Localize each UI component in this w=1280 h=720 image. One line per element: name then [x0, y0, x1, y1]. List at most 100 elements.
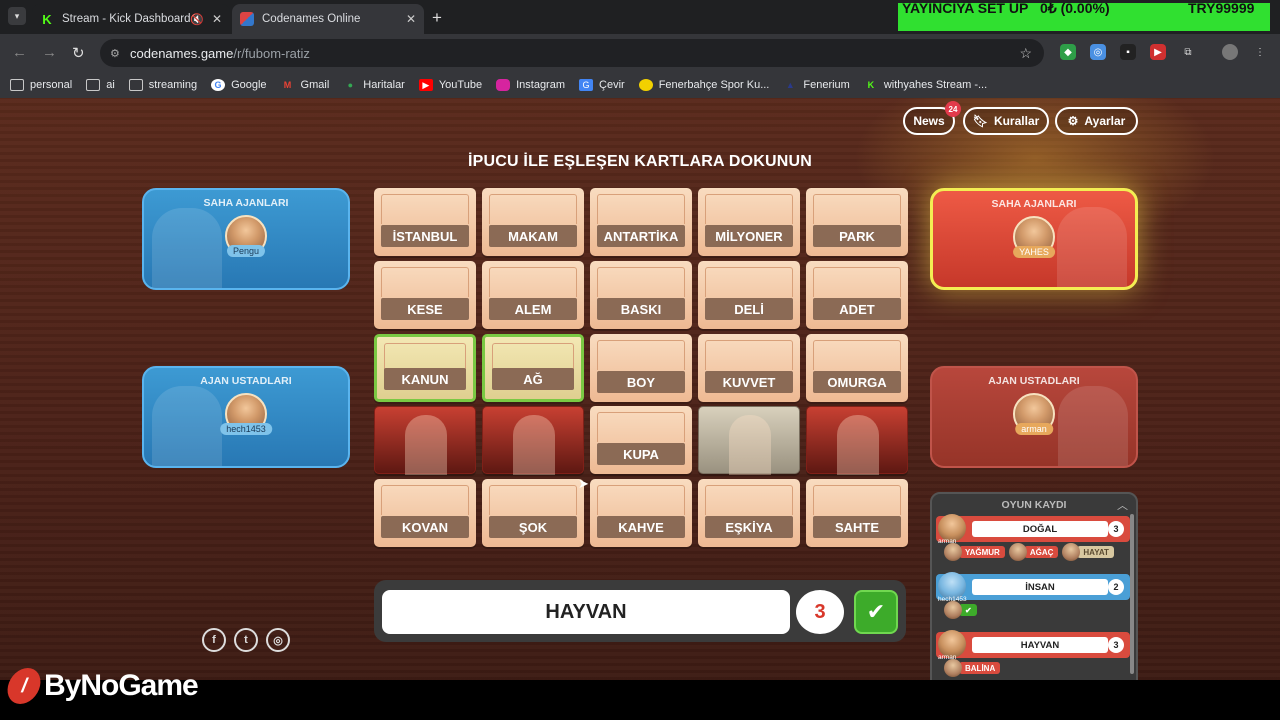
bookmark-instagram[interactable]: Instagram	[496, 79, 565, 91]
url-host: codenames.game	[130, 45, 234, 61]
rules-button[interactable]: 🔖︎ Kurallar	[963, 107, 1049, 135]
card-frame	[489, 485, 577, 515]
red-spymasters-panel[interactable]: AJAN USTADLARI arman	[930, 366, 1138, 468]
word-card[interactable]: KAHVE	[590, 479, 692, 547]
panel-title: AJAN USTADLARI	[988, 375, 1080, 387]
bookmark-personal[interactable]: personal	[10, 79, 72, 91]
tab-kick-dashboard[interactable]: K Stream - Kick Dashboard 🔇 ✕	[32, 4, 230, 34]
bookmark-star-icon[interactable]: ☆	[1019, 45, 1032, 62]
watermark-text: ByNoGame	[44, 669, 199, 702]
extension-icon[interactable]: ▪	[1120, 44, 1136, 60]
site-info-icon[interactable]: ⚙	[110, 47, 120, 60]
profile-avatar[interactable]	[1222, 44, 1238, 60]
blue-spymasters-panel[interactable]: AJAN USTADLARI hech1453	[142, 366, 350, 468]
word-card[interactable]: BOY	[590, 334, 692, 402]
tab-title: Codenames Online	[262, 13, 361, 25]
settings-button[interactable]: ⚙ Ayarlar	[1055, 107, 1138, 135]
word-card[interactable]: İSTANBUL	[374, 188, 476, 256]
bookmark-cevir[interactable]: G Çevir	[579, 79, 625, 91]
tab-codenames[interactable]: Codenames Online ✕	[232, 4, 424, 34]
revealed-red-agent-card[interactable]	[806, 406, 908, 475]
bookmark-streaming[interactable]: streaming	[128, 79, 197, 91]
tab-search-button[interactable]: ▾	[8, 7, 26, 25]
reload-icon[interactable]: ↻	[72, 44, 85, 62]
word-card[interactable]: ANTARTİKA	[590, 188, 692, 256]
bookmark-gmail[interactable]: M Gmail	[281, 79, 329, 91]
bookmark-haritalar[interactable]: ● Haritalar	[343, 79, 405, 91]
word-card[interactable]: AĞ	[482, 334, 584, 402]
card-word: KESE	[381, 298, 469, 320]
screen: ▾ K Stream - Kick Dashboard 🔇 ✕ Codename…	[0, 0, 1280, 720]
bookmark-youtube[interactable]: ▶ YouTube	[418, 79, 482, 91]
red-operatives-panel[interactable]: SAHA AJANLARI YAHES	[930, 188, 1138, 290]
word-card[interactable]: ALEM	[482, 261, 584, 329]
close-tab-icon[interactable]: ✕	[406, 12, 416, 26]
word-card[interactable]: SAHTE	[806, 479, 908, 547]
card-word: ANTARTİKA	[597, 225, 685, 247]
word-card[interactable]: MAKAM	[482, 188, 584, 256]
extensions-puzzle-icon[interactable]: ⧉	[1180, 44, 1196, 60]
word-card[interactable]: ŞOK	[482, 479, 584, 547]
new-tab-icon[interactable]: +	[432, 8, 442, 28]
revealed-red-agent-card[interactable]	[374, 406, 476, 475]
word-card[interactable]: BASKI	[590, 261, 692, 329]
log-clue-word: DOĞAL	[972, 521, 1108, 537]
forward-icon[interactable]: →	[42, 44, 57, 61]
card-frame	[489, 267, 577, 297]
bookmark-fenerbahce[interactable]: Fenerbahçe Spor Ku...	[638, 79, 769, 91]
instagram-icon[interactable]: ◎	[266, 628, 290, 652]
card-word: DELİ	[705, 298, 793, 320]
youtube-extension-icon[interactable]: ▶	[1150, 44, 1166, 60]
address-bar[interactable]: ⚙ codenames.game/r/fubom-ratiz ☆	[100, 39, 1044, 67]
word-card[interactable]: KANUN	[374, 334, 476, 402]
url-path: /r/fubom-ratiz	[233, 45, 310, 61]
log-scrollbar[interactable]	[1130, 514, 1134, 674]
log-title: OYUN KAYDI	[1001, 499, 1067, 511]
word-card[interactable]: PARK	[806, 188, 908, 256]
bookmark-label: personal	[30, 79, 73, 91]
bookmark-fenerium[interactable]: ▲ Fenerium	[783, 79, 850, 91]
twitter-icon[interactable]: t	[234, 628, 258, 652]
word-card[interactable]: KOVAN	[374, 479, 476, 547]
mute-icon[interactable]: 🔇	[190, 13, 204, 26]
revealed-red-agent-card[interactable]	[482, 406, 584, 475]
revealed-bystander-card[interactable]	[698, 406, 800, 475]
card-word: SAHTE	[813, 516, 901, 538]
panel-title: SAHA AJANLARI	[991, 198, 1077, 210]
word-card[interactable]: MİLYONER	[698, 188, 800, 256]
menu-kebab-icon[interactable]: ⋮	[1252, 44, 1268, 60]
facebook-icon[interactable]: f	[202, 628, 226, 652]
news-button[interactable]: News 24	[903, 101, 961, 135]
spy-illustration	[1057, 207, 1127, 287]
card-word: EŞKİYA	[705, 516, 793, 538]
card-word: AĞ	[492, 368, 574, 390]
log-entry: hech1453 İNSAN 2	[936, 572, 1130, 603]
card-word: BASKI	[597, 298, 685, 320]
settings-label: Ayarlar	[1084, 114, 1126, 128]
shield-extension-icon[interactable]: ◆	[1060, 44, 1076, 60]
ticker-right: TRY99999	[1188, 3, 1255, 16]
bookmark-ai[interactable]: ai	[86, 79, 115, 91]
youtube-icon: ▶	[418, 79, 433, 91]
bookmark-withyahes[interactable]: Kwithyahes Stream -...	[864, 79, 988, 91]
word-card[interactable]: KUVVET	[698, 334, 800, 402]
card-frame	[597, 412, 685, 442]
word-card[interactable]: ADET	[806, 261, 908, 329]
blue-operatives-panel[interactable]: SAHA AJANLARI Pengu	[142, 188, 350, 290]
word-card[interactable]: OMURGA	[806, 334, 908, 402]
word-card[interactable]: KUPA	[590, 406, 692, 474]
player-name: Pengu	[226, 245, 266, 257]
chevron-up-icon[interactable]: ︿	[1117, 497, 1128, 513]
close-tab-icon[interactable]: ✕	[212, 12, 222, 26]
word-card[interactable]: EŞKİYA	[698, 479, 800, 547]
word-card[interactable]: DELİ	[698, 261, 800, 329]
bookmark-google[interactable]: G Google	[211, 79, 267, 91]
back-icon[interactable]: ←	[12, 44, 27, 61]
check-icon[interactable]: ✔	[854, 590, 898, 634]
word-card[interactable]: KESE	[374, 261, 476, 329]
clue-number: 3	[796, 590, 844, 634]
game-log-panel: OYUN KAYDI ︿ arman DOĞAL 3 YAĞMUR AĞAÇ H…	[930, 492, 1138, 682]
game-area: News 24 🔖︎ Kurallar ⚙ Ayarlar İPUCU İLE …	[0, 98, 1280, 682]
translate-extension-icon[interactable]: ◎	[1090, 44, 1106, 60]
log-guess: AĞAÇ	[1008, 543, 1059, 561]
